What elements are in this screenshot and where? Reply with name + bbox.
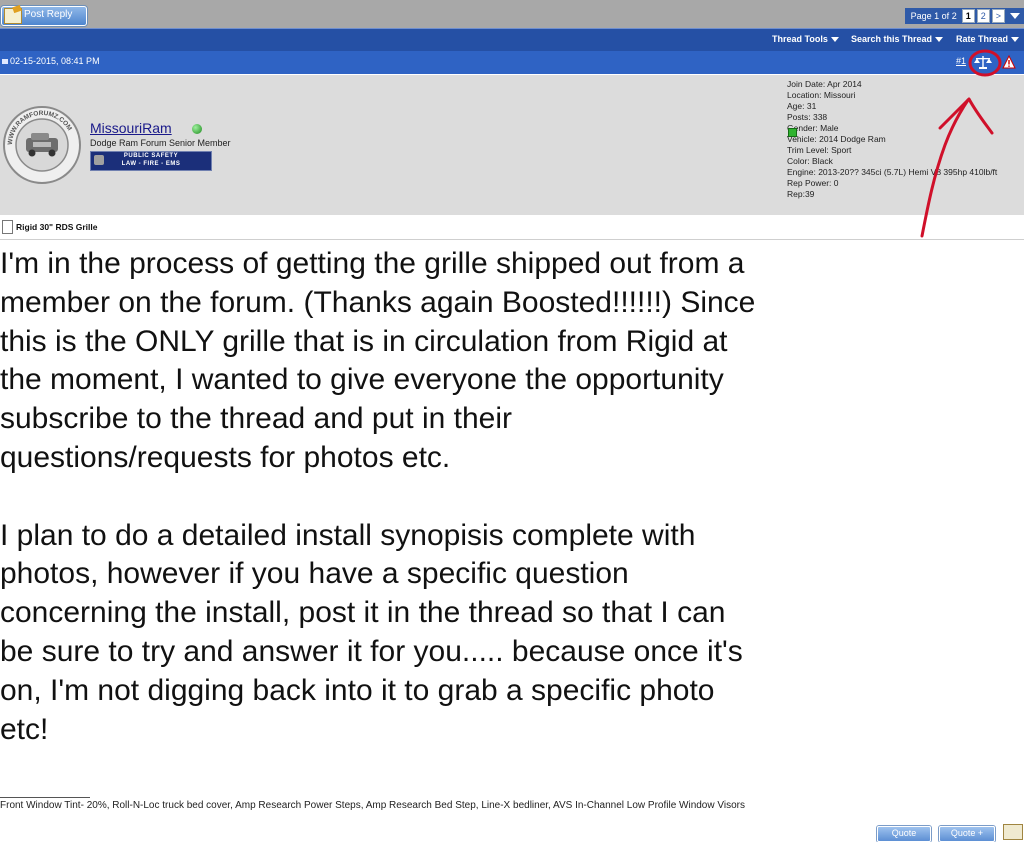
join-date: Join Date: Apr 2014	[787, 79, 862, 89]
user-info-panel: WWW.RAMFORUMZ.COM MissouriRam Dodge Ram …	[0, 75, 1024, 215]
user-title: Dodge Ram Forum Senior Member	[90, 138, 231, 148]
search-thread-menu[interactable]: Search this Thread	[851, 34, 944, 44]
post-reply-icon	[4, 8, 22, 24]
post-body: I'm in the process of getting the grille…	[0, 245, 760, 749]
user-stats: Join Date: Apr 2014 Location: Missouri A…	[787, 79, 997, 200]
multi-quote-button[interactable]: Quote +	[939, 826, 995, 842]
reputation-indicator-icon	[788, 128, 797, 137]
post-header: 02-15-2015, 08:41 PM #1	[0, 51, 1024, 74]
gender: Gender: Male	[787, 123, 839, 133]
rate-thread-menu[interactable]: Rate Thread	[956, 34, 1020, 44]
page-2-link[interactable]: 2	[976, 9, 990, 23]
top-toolbar	[0, 0, 1024, 28]
chevron-down-icon	[935, 37, 944, 43]
page-jump-dropdown-icon[interactable]	[1010, 13, 1020, 19]
rate-thread-label: Rate Thread	[956, 34, 1009, 44]
next-page-link[interactable]: >	[991, 9, 1005, 23]
online-status-icon	[192, 124, 202, 134]
page-1-link[interactable]: 1	[961, 9, 975, 23]
trim-level: Trim Level: Sport	[787, 145, 852, 155]
reputation-scale-icon[interactable]	[973, 54, 993, 70]
color: Color: Black	[787, 156, 833, 166]
thread-tools-menu[interactable]: Thread Tools	[772, 34, 839, 44]
user-avatar[interactable]: WWW.RAMFORUMZ.COM	[2, 105, 82, 185]
chevron-down-icon	[1011, 37, 1020, 43]
rep-power: Rep Power: 0	[787, 178, 839, 188]
badge-line-1: PUBLIC SAFETY	[123, 153, 179, 159]
signature: Front Window Tint- 20%, Roll-N-Loc truck…	[0, 800, 745, 811]
search-thread-label: Search this Thread	[851, 34, 933, 44]
report-warning-icon[interactable]	[1002, 55, 1016, 69]
page-count-label: Page 1 of 2	[910, 11, 957, 21]
public-safety-badge: PUBLIC SAFETY LAW - FIRE - EMS	[90, 151, 212, 171]
signature-divider	[0, 797, 90, 798]
document-icon	[2, 220, 13, 234]
post-number-link[interactable]: #1	[956, 56, 966, 66]
vehicle: Vehicle: 2014 Dodge Ram	[787, 134, 886, 144]
post-paragraph-1: I'm in the process of getting the grille…	[0, 247, 756, 474]
pagination: Page 1 of 2 1 2 >	[904, 8, 1024, 24]
badge-line-2: LAW - FIRE - EMS	[121, 161, 181, 167]
post-title: Rigid 30" RDS Grille	[16, 222, 98, 232]
quote-button[interactable]: Quote	[877, 826, 931, 842]
post-date: 02-15-2015, 08:41 PM	[2, 56, 100, 66]
post-reply-label: Post Reply	[24, 9, 73, 20]
username-link[interactable]: MissouriRam	[90, 120, 172, 136]
engine: Engine: 2013-20?? 345ci (5.7L) Hemi V8 3…	[787, 167, 998, 177]
post-reply-button[interactable]: Post Reply	[1, 6, 87, 26]
age: Age: 31	[787, 101, 817, 111]
chevron-down-icon	[830, 37, 839, 43]
post-title-row: Rigid 30" RDS Grille	[0, 217, 1024, 240]
posts-count: Posts: 338	[787, 112, 828, 122]
thread-tools-label: Thread Tools	[772, 34, 828, 44]
rep-points: Rep:39	[787, 189, 815, 199]
thread-tools-bar: Thread Tools Search this Thread Rate Thr…	[0, 28, 1024, 51]
post-paragraph-2: I plan to do a detailed install synopisi…	[0, 518, 743, 746]
location: Location: Missouri	[787, 90, 856, 100]
